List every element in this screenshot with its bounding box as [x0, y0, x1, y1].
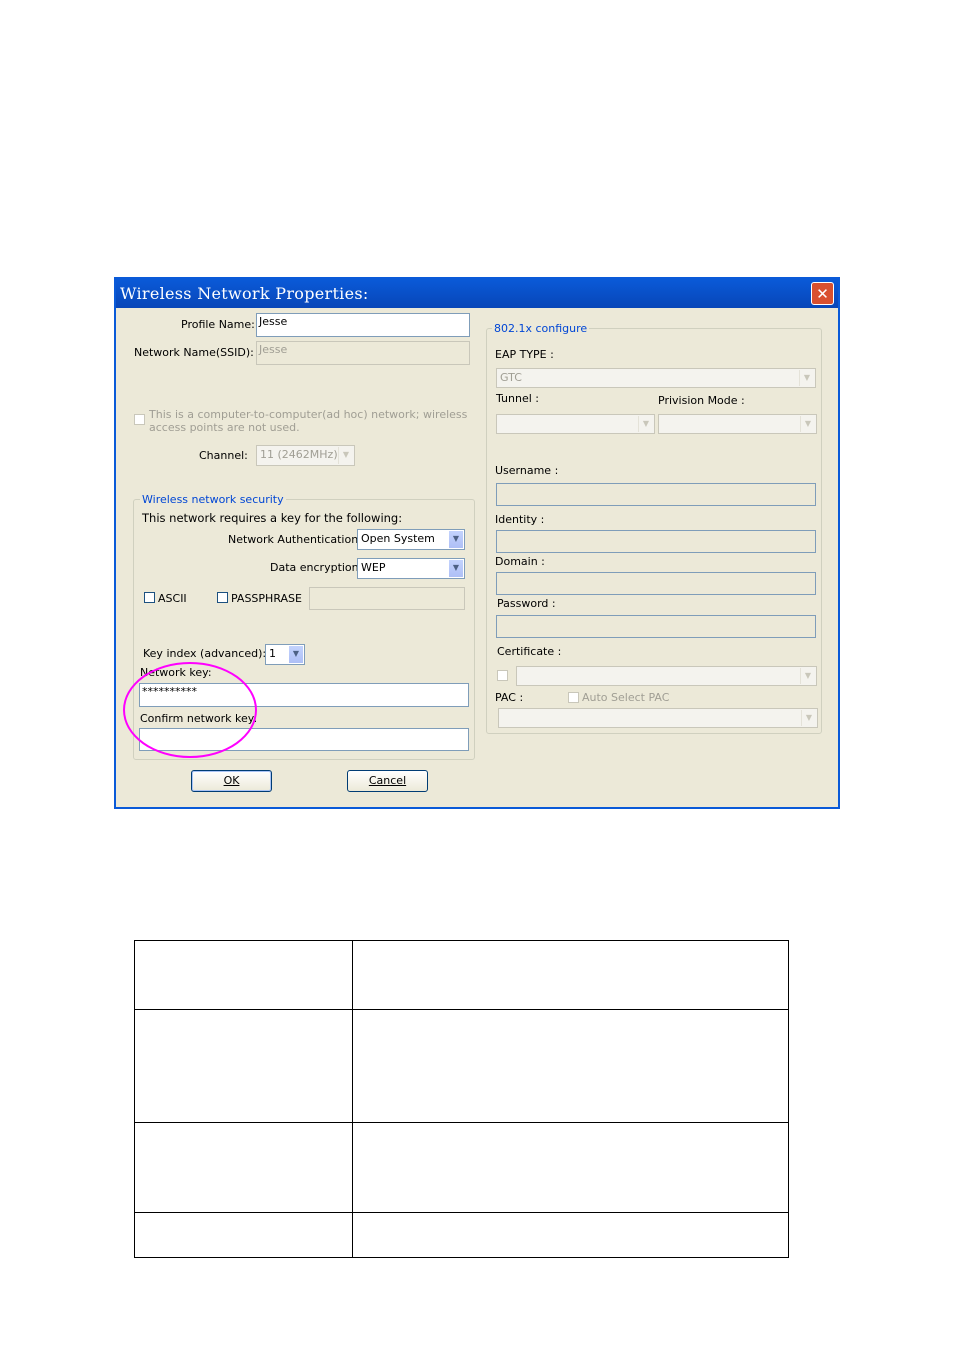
provision-mode-select[interactable]: ▼ [658, 414, 817, 434]
key-index-select[interactable]: 1 ▼ [265, 644, 305, 665]
table-cell [352, 1122, 789, 1213]
profile-name-label: Profile Name: [181, 318, 255, 331]
table-cell [134, 940, 353, 1010]
close-button[interactable]: ✕ [811, 282, 834, 305]
adhoc-checkbox[interactable] [134, 414, 145, 425]
chevron-down-icon: ▼ [801, 710, 816, 726]
domain-label: Domain : [495, 555, 545, 568]
password-input[interactable] [496, 615, 816, 638]
pac-select[interactable]: ▼ [498, 708, 818, 728]
eap-type-label: EAP TYPE : [495, 348, 554, 361]
profile-name-input[interactable]: Jesse [256, 313, 470, 337]
table-cell [134, 1212, 353, 1258]
table-cell [352, 940, 789, 1010]
auth-label: Network Authentication: [228, 533, 362, 546]
identity-label: Identity : [495, 513, 545, 526]
ascii-label: ASCII [158, 592, 187, 605]
info-table [134, 940, 789, 1258]
auth-select[interactable]: Open System ▼ [357, 529, 465, 550]
certificate-label: Certificate : [497, 645, 562, 658]
chevron-down-icon: ▼ [800, 668, 815, 684]
encryption-select[interactable]: WEP ▼ [357, 558, 465, 579]
certificate-select[interactable]: ▼ [516, 666, 817, 686]
pac-label: PAC : [495, 691, 524, 704]
table-cell [134, 1122, 353, 1213]
passphrase-label: PASSPHRASE [231, 592, 302, 605]
encryption-label: Data encryption: [270, 561, 363, 574]
ok-button[interactable]: OK [191, 770, 272, 792]
channel-label: Channel: [199, 449, 248, 462]
table-row [134, 1009, 789, 1123]
security-legend: Wireless network security [140, 493, 286, 506]
close-icon: ✕ [816, 285, 829, 303]
auto-pac-label: Auto Select PAC [582, 691, 670, 704]
table-row [134, 940, 789, 1010]
table-row [134, 1122, 789, 1213]
username-label: Username : [495, 464, 559, 477]
dialog-title: Wireless Network Properties: [120, 284, 369, 303]
certificate-checkbox[interactable] [497, 670, 508, 681]
requires-key-text: This network requires a key for the foll… [142, 511, 403, 525]
eap-type-select[interactable]: GTC ▼ [496, 368, 816, 388]
table-cell [134, 1009, 353, 1123]
ssid-input[interactable]: Jesse [256, 341, 470, 365]
cancel-button[interactable]: Cancel [347, 770, 428, 792]
tunnel-select[interactable]: ▼ [496, 414, 655, 434]
channel-select[interactable]: 11 (2462MHz) ▼ [256, 445, 355, 466]
cancel-button-label: Cancel [368, 774, 407, 787]
passphrase-input[interactable] [309, 587, 465, 610]
key-index-label: Key index (advanced): [143, 647, 267, 660]
adhoc-label-line1: This is a computer-to-computer(ad hoc) n… [149, 408, 468, 421]
tunnel-label: Tunnel : [496, 392, 539, 405]
chevron-down-icon: ▼ [288, 646, 303, 663]
chevron-down-icon: ▼ [338, 447, 353, 464]
ok-button-label: OK [223, 774, 240, 787]
chevron-down-icon: ▼ [638, 416, 653, 432]
password-label: Password : [497, 597, 556, 610]
chevron-down-icon: ▼ [800, 416, 815, 432]
key-index-value: 1 [269, 647, 276, 660]
provision-mode-label: Privision Mode : [658, 394, 745, 407]
chevron-down-icon: ▼ [448, 560, 463, 577]
table-cell [352, 1009, 789, 1123]
chevron-down-icon: ▼ [799, 370, 814, 386]
domain-input[interactable] [496, 572, 816, 595]
auto-pac-checkbox[interactable] [568, 692, 579, 703]
table-cell [352, 1212, 789, 1258]
chevron-down-icon: ▼ [448, 531, 463, 548]
adhoc-label-line2: access points are not used. [149, 421, 300, 434]
channel-value: 11 (2462MHz) [260, 448, 338, 461]
ascii-checkbox[interactable] [144, 592, 155, 603]
username-input[interactable] [496, 483, 816, 506]
encryption-value: WEP [361, 561, 386, 574]
eap-type-value: GTC [500, 371, 522, 384]
ssid-label: Network Name(SSID): [134, 346, 254, 359]
identity-input[interactable] [496, 530, 816, 553]
passphrase-checkbox[interactable] [217, 592, 228, 603]
highlight-circle [123, 662, 257, 758]
table-row [134, 1212, 789, 1258]
auth-value: Open System [361, 532, 435, 545]
dot1x-legend: 802.1x configure [492, 322, 590, 335]
